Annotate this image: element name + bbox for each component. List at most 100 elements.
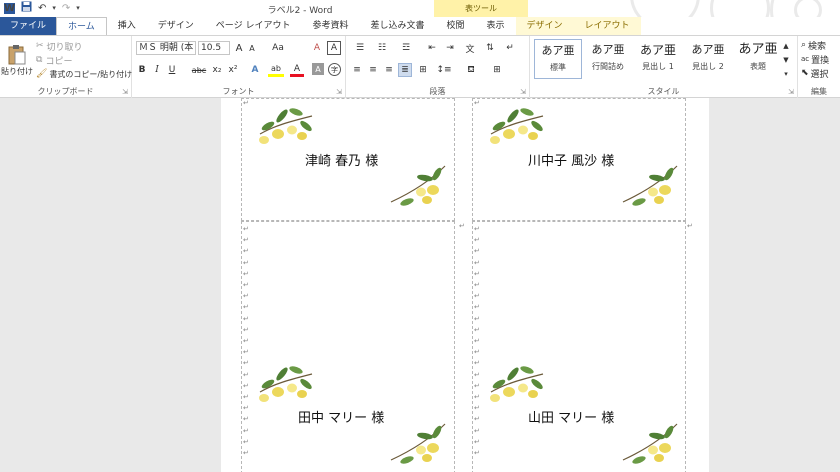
font-family-select[interactable]: ＭＳ 明朝 (本 bbox=[136, 41, 196, 55]
align-center-button[interactable]: ≡ bbox=[366, 63, 380, 77]
lemon-branch-illustration[interactable] bbox=[256, 362, 316, 406]
tab-table-design[interactable]: デザイン bbox=[515, 17, 574, 35]
empty-paragraph-column-left: ↵ ↵ ↵ ↵ ↵ ↵ ↵ ↵ ↵ ↵ ↵ ↵ ↵ ↵ ↵ ↵ ↵ ↵ ↵ ↵ ↵ bbox=[243, 224, 249, 464]
italic-button[interactable]: I bbox=[151, 63, 163, 77]
paragraph-mark: ↵ bbox=[243, 337, 249, 346]
cursor-icon: ⬉ bbox=[801, 68, 809, 78]
paragraph-mark: ↵ bbox=[474, 337, 480, 346]
justify-button[interactable]: ≣ bbox=[398, 63, 412, 77]
lemon-branch-illustration[interactable] bbox=[389, 420, 449, 468]
style-heading-1[interactable]: あア亜 見出し 1 bbox=[634, 39, 682, 79]
underline-button[interactable]: U bbox=[166, 63, 178, 77]
styles-gallery: あア亜 標準 あア亜 行間詰め あア亜 見出し 1 あア亜 見出し 2 あア亜 … bbox=[532, 39, 790, 81]
superscript-button[interactable]: x² bbox=[226, 63, 240, 77]
format-painter-button[interactable]: 🖌 書式のコピー/貼り付け bbox=[36, 68, 132, 80]
font-launcher-icon[interactable]: ⇲ bbox=[336, 88, 342, 96]
strikethrough-button[interactable]: abc bbox=[190, 63, 208, 77]
find-button[interactable]: ⌕ 検索 bbox=[801, 39, 826, 52]
paint-bucket-icon: ⛾ bbox=[467, 64, 475, 75]
char-border-button[interactable]: A bbox=[327, 41, 341, 55]
style-preview: あア亜 bbox=[738, 42, 778, 57]
style-title[interactable]: あア亜 表題 bbox=[734, 39, 782, 79]
paintbrush-icon: 🖌 bbox=[36, 69, 48, 79]
recipient-name[interactable]: 田中 マリー 様 bbox=[298, 407, 384, 426]
clear-formatting-button[interactable]: A bbox=[310, 41, 324, 55]
subscript-button[interactable]: x₂ bbox=[210, 63, 224, 77]
paragraph-mark: ↵ bbox=[474, 404, 480, 413]
bullets-button[interactable]: ☰ bbox=[350, 41, 370, 55]
paragraph-launcher-icon[interactable]: ⇲ bbox=[520, 88, 526, 96]
distributed-button[interactable]: ⊞ bbox=[416, 63, 430, 77]
font-color-button[interactable]: A bbox=[290, 63, 304, 77]
numbering-button[interactable]: ☷ bbox=[372, 41, 392, 55]
show-marks-button[interactable]: ↵ bbox=[502, 41, 518, 55]
styles-scroll-down-icon[interactable]: ▼ bbox=[782, 53, 790, 67]
text-effects-button[interactable]: A bbox=[248, 63, 262, 77]
lemon-branch-illustration[interactable] bbox=[621, 162, 681, 210]
asian-layout-button[interactable]: 文 bbox=[462, 41, 478, 55]
tab-page-layout[interactable]: ページ レイアウト bbox=[205, 17, 302, 35]
tab-design[interactable]: デザイン bbox=[147, 17, 205, 35]
align-left-button[interactable]: ≡ bbox=[350, 63, 364, 77]
tab-review[interactable]: 校閲 bbox=[436, 17, 476, 35]
recipient-name[interactable]: 津崎 春乃 様 bbox=[305, 150, 378, 169]
select-button[interactable]: ⬉ 選択 bbox=[801, 67, 829, 80]
lemon-branch-illustration[interactable] bbox=[621, 420, 681, 468]
highlight-button[interactable]: ab bbox=[268, 63, 284, 77]
copy-button[interactable]: ⧉ コピー bbox=[36, 54, 72, 67]
styles-more-icon[interactable]: ▾ bbox=[782, 67, 790, 81]
font-size-select[interactable]: 10.5 bbox=[198, 41, 230, 55]
paragraph-mark: ↵ bbox=[243, 269, 249, 278]
paste-button[interactable]: 貼り付け bbox=[1, 39, 33, 81]
style-no-spacing[interactable]: あア亜 行間詰め bbox=[584, 39, 632, 79]
grow-font-button[interactable]: A bbox=[233, 41, 245, 55]
sort-button[interactable]: ⇅ bbox=[482, 41, 498, 55]
align-right-button[interactable]: ≡ bbox=[382, 63, 396, 77]
line-spacing-icon: ↕≡ bbox=[436, 65, 452, 75]
tab-table-layout[interactable]: レイアウト bbox=[573, 17, 641, 35]
align-left-icon: ≡ bbox=[353, 65, 361, 75]
document-page[interactable]: ↵ ↵ ↵ ↵ ↵ ↵ ↵ ↵ ↵ ↵ ↵ ↵ ↵ ↵ ↵ ↵ ↵ ↵ ↵ ↵ ↵ ↵ ↵ ↵ ↵ ↵ ↵ ↵ ↵ ↵ ↵ ↵ ↵ ↵ ↵… bbox=[221, 98, 709, 472]
paragraph-mark: ↵ bbox=[243, 281, 249, 290]
lemon-branch-illustration[interactable] bbox=[389, 162, 449, 210]
bold-button[interactable]: B bbox=[136, 63, 148, 77]
clipboard-launcher-icon[interactable]: ⇲ bbox=[122, 88, 128, 96]
enclose-char-button[interactable]: 字 bbox=[328, 63, 341, 76]
tab-references[interactable]: 参考資料 bbox=[301, 17, 359, 35]
paragraph-mark: ↵ bbox=[474, 303, 480, 312]
clipboard-group-label: クリップボード bbox=[37, 87, 94, 96]
cut-label: 切り取り bbox=[46, 42, 83, 53]
style-normal[interactable]: あア亜 標準 bbox=[534, 39, 582, 79]
document-area[interactable]: ↵ ↵ ↵ ↵ ↵ ↵ ↵ ↵ ↵ ↵ ↵ ↵ ↵ ↵ ↵ ↵ ↵ ↵ ↵ ↵ ↵ ↵ ↵ ↵ ↵ ↵ ↵ ↵ ↵ ↵ ↵ ↵ ↵ ↵ ↵… bbox=[0, 98, 840, 472]
lemon-branch-illustration[interactable] bbox=[487, 104, 547, 148]
cut-button[interactable]: ✂ 切り取り bbox=[36, 40, 83, 53]
decrease-indent-button[interactable]: ⇤ bbox=[424, 41, 440, 55]
borders-icon: ⊞ bbox=[493, 65, 501, 75]
char-shading-button[interactable]: A bbox=[312, 63, 324, 75]
shrink-font-button[interactable]: A bbox=[246, 41, 258, 55]
recipient-name[interactable]: 川中子 風沙 様 bbox=[528, 150, 614, 169]
paragraph-mark: ↵ bbox=[243, 225, 249, 233]
styles-scroll-up-icon[interactable]: ▲ bbox=[782, 39, 790, 53]
lemon-branch-illustration[interactable] bbox=[256, 104, 316, 148]
line-spacing-button[interactable]: ↕≡ bbox=[434, 63, 454, 77]
sort-icon: ⇅ bbox=[486, 43, 494, 53]
styles-launcher-icon[interactable]: ⇲ bbox=[788, 88, 794, 96]
tab-mailings[interactable]: 差し込み文書 bbox=[359, 17, 435, 35]
paragraph-mark: ↵ bbox=[243, 348, 249, 357]
change-case-button[interactable]: Aa bbox=[268, 41, 288, 55]
tab-view[interactable]: 表示 bbox=[476, 17, 516, 35]
font-group: ＭＳ 明朝 (本 10.5 A A Aa A A B I U abc x₂ x²… bbox=[132, 36, 346, 98]
borders-button[interactable]: ⊞ bbox=[486, 63, 508, 77]
lemon-branch-illustration[interactable] bbox=[487, 362, 547, 406]
shading-button[interactable]: ⛾ bbox=[460, 63, 482, 77]
style-heading-2[interactable]: あア亜 見出し 2 bbox=[684, 39, 732, 79]
recipient-name[interactable]: 山田 マリー 様 bbox=[528, 407, 614, 426]
tab-file[interactable]: ファイル bbox=[0, 17, 57, 35]
replace-button[interactable]: ac 置換 bbox=[801, 53, 829, 66]
bullets-icon: ☰ bbox=[355, 43, 365, 53]
tab-insert[interactable]: 挿入 bbox=[107, 17, 147, 35]
tab-home[interactable]: ホーム bbox=[56, 17, 107, 35]
multilevel-list-button[interactable]: ☲ bbox=[396, 41, 416, 55]
increase-indent-button[interactable]: ⇥ bbox=[442, 41, 458, 55]
